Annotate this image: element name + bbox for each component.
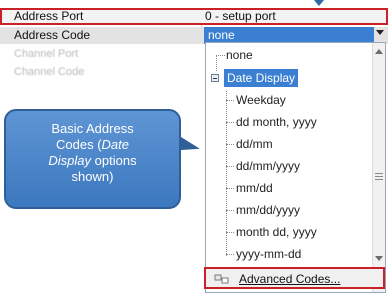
callout-line: Codes ( xyxy=(56,137,102,152)
tree-connector xyxy=(226,232,234,233)
callout-emphasis: Date xyxy=(101,137,129,152)
tree-connector xyxy=(226,100,234,101)
tree-connector xyxy=(226,166,234,167)
tree-item-month-dd-yyyy[interactable]: month dd, yyyy xyxy=(236,223,317,241)
property-name: Address Port xyxy=(14,9,84,23)
property-name: Channel Code xyxy=(14,66,85,78)
advanced-codes-button[interactable]: Advanced Codes... xyxy=(204,267,385,289)
advanced-codes-label: Advanced Codes... xyxy=(239,272,341,286)
tree-connector xyxy=(226,254,234,255)
tree-item-dd-month-yyyy[interactable]: dd month, yyyy xyxy=(236,113,317,131)
callout-text: Basic Address Codes (Date Display option… xyxy=(14,121,171,185)
collapse-icon[interactable] xyxy=(211,74,219,82)
tree-connector xyxy=(226,144,234,145)
tree-connector xyxy=(226,210,234,211)
tree-item-dd-mm-yyyy[interactable]: dd/mm/yyyy xyxy=(236,157,300,175)
address-code-dropdown[interactable]: none Date Display Weekday dd month, yyyy… xyxy=(204,42,386,293)
tree-item-mm-dd[interactable]: mm/dd xyxy=(236,179,273,197)
property-name: Channel Port xyxy=(14,48,79,60)
callout-emphasis: Display xyxy=(48,153,92,168)
tree-item-mm-dd-yyyy[interactable]: mm/dd/yyyy xyxy=(236,201,300,219)
annotation-callout: Basic Address Codes (Date Display option… xyxy=(4,109,181,209)
tree-item-date-display[interactable]: Date Display xyxy=(224,69,299,87)
callout-line: Basic Address xyxy=(51,121,134,136)
callout-line: options xyxy=(91,153,137,168)
tree-connector xyxy=(216,55,217,71)
tree-connector xyxy=(226,122,234,123)
pointer-arrow-icon xyxy=(314,0,324,6)
scroll-thumb[interactable] xyxy=(375,171,383,185)
tree-item-weekday[interactable]: Weekday xyxy=(236,91,286,109)
callout-line: shown) xyxy=(71,169,114,184)
tree-connector xyxy=(226,188,234,189)
tree-connector xyxy=(216,55,225,56)
tree-item-yyyy-mm-dd[interactable]: yyyy-mm-dd xyxy=(236,245,301,263)
tree-item-dd-mm[interactable]: dd/mm xyxy=(236,135,273,153)
scroll-down-icon[interactable] xyxy=(375,256,383,261)
property-value[interactable]: 0 - setup port xyxy=(205,8,380,25)
settings-icon xyxy=(214,274,229,284)
scroll-up-icon[interactable] xyxy=(375,49,383,54)
property-name: Address Code xyxy=(14,28,91,42)
chevron-down-icon[interactable] xyxy=(376,30,384,35)
property-row-address-port[interactable]: Address Port 0 - setup port xyxy=(0,8,388,25)
tree-item-none[interactable]: none xyxy=(226,46,253,64)
dropdown-scrollbar[interactable] xyxy=(372,43,385,292)
